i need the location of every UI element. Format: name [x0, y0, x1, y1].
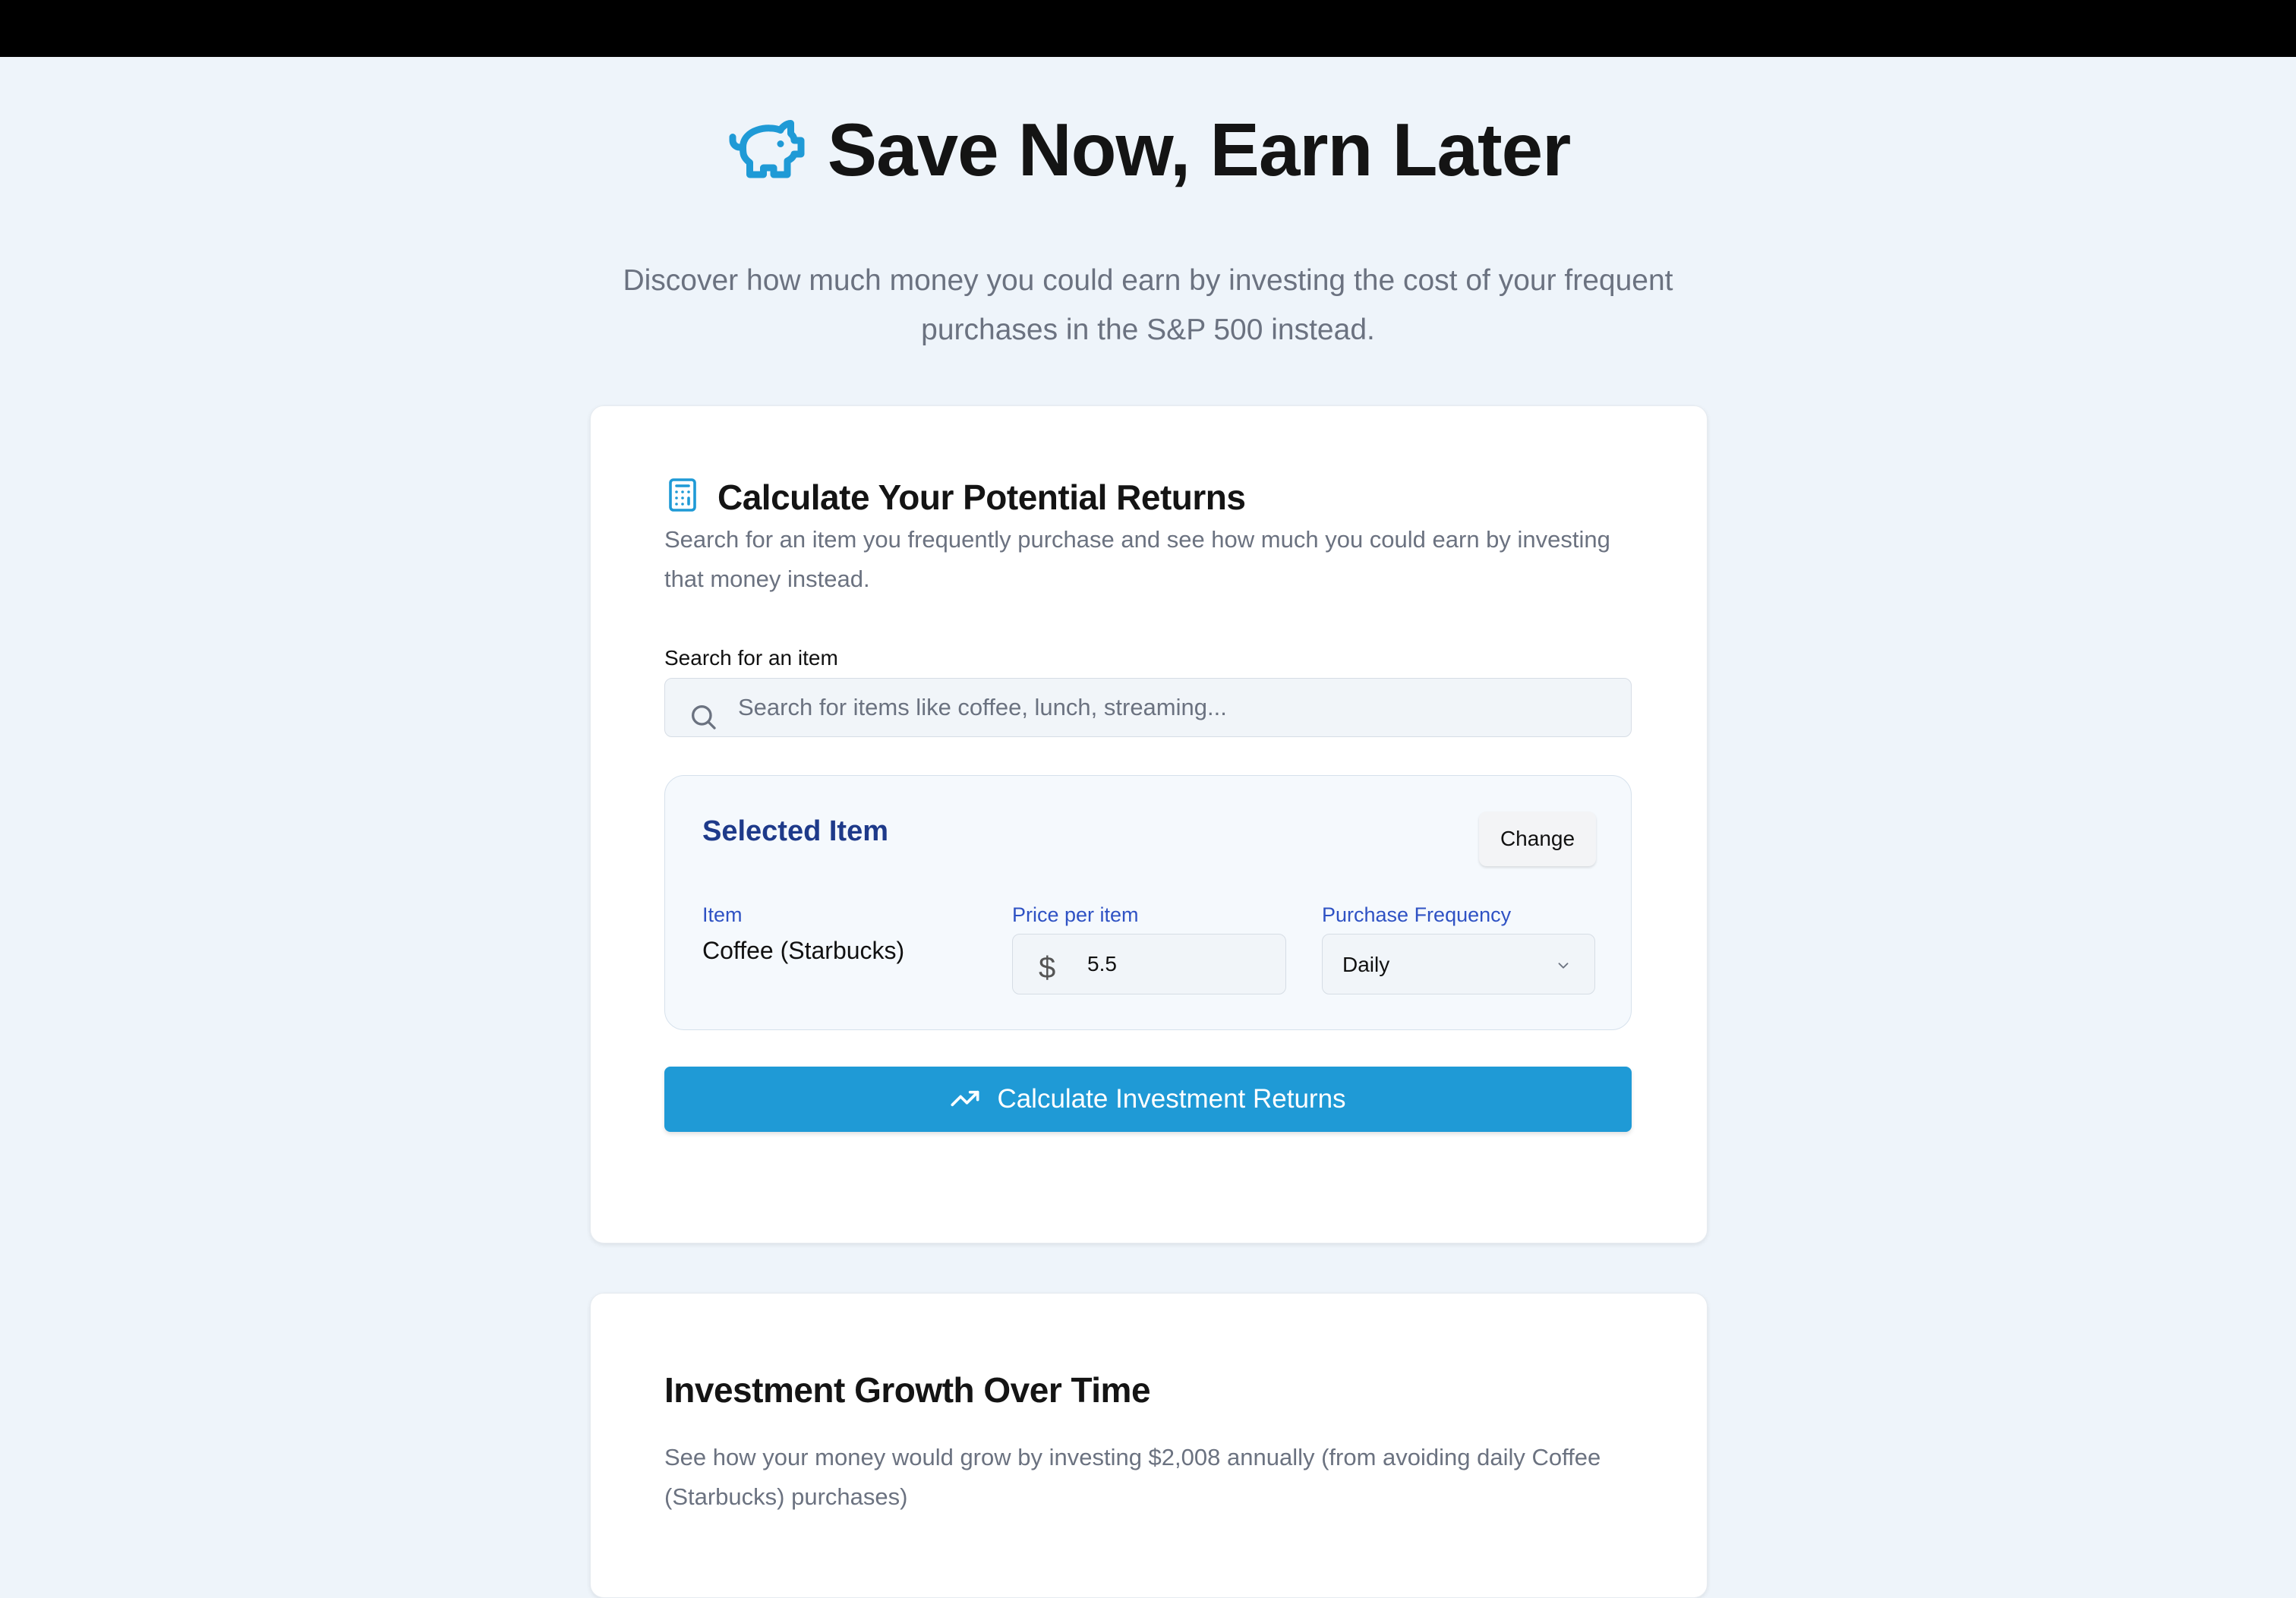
- selected-item-title: Selected Item: [702, 815, 888, 847]
- price-input[interactable]: [1086, 935, 1271, 994]
- calculator-description: Search for an item you frequently purcha…: [664, 526, 1610, 592]
- calculator-icon: [664, 474, 701, 519]
- search-input[interactable]: [736, 679, 1613, 736]
- growth-title: Investment Growth Over Time: [664, 1370, 1151, 1410]
- selected-item-panel: Selected Item Change Item Coffee (Starbu…: [664, 775, 1632, 1030]
- calculate-button[interactable]: Calculate Investment Returns: [664, 1067, 1632, 1132]
- price-label: Price per item: [1012, 903, 1139, 926]
- frequency-value: Daily: [1342, 953, 1390, 976]
- search-field[interactable]: [664, 678, 1632, 737]
- page-subtitle: Discover how much money you could earn b…: [623, 264, 1673, 346]
- calculator-title: Calculate Your Potential Returns: [718, 477, 1246, 517]
- calculator-card-header: Calculate Your Potential Returns: [664, 474, 1246, 519]
- page-title: Save Now, Earn Later: [827, 107, 1572, 191]
- change-button[interactable]: Change: [1479, 812, 1596, 866]
- window-top-bar: [0, 0, 2296, 57]
- dollar-sign-icon: $: [1039, 951, 1056, 985]
- trending-up-icon: [950, 1083, 980, 1116]
- price-field[interactable]: $: [1012, 934, 1286, 994]
- calculate-label: Calculate Investment Returns: [997, 1084, 1346, 1114]
- calculator-card: Calculate Your Potential Returns Search …: [590, 405, 1708, 1243]
- frequency-label: Purchase Frequency: [1322, 903, 1512, 926]
- item-value: Coffee (Starbucks): [702, 937, 905, 964]
- growth-card: Investment Growth Over Time See how your…: [590, 1293, 1708, 1598]
- title-row: Save Now, Earn Later: [0, 106, 2296, 192]
- piggy-bank-icon: [726, 106, 808, 192]
- search-label: Search for an item: [664, 646, 838, 670]
- frequency-select[interactable]: Daily: [1322, 934, 1595, 994]
- item-label: Item: [702, 903, 743, 926]
- growth-description: See how your money would grow by investi…: [664, 1444, 1601, 1510]
